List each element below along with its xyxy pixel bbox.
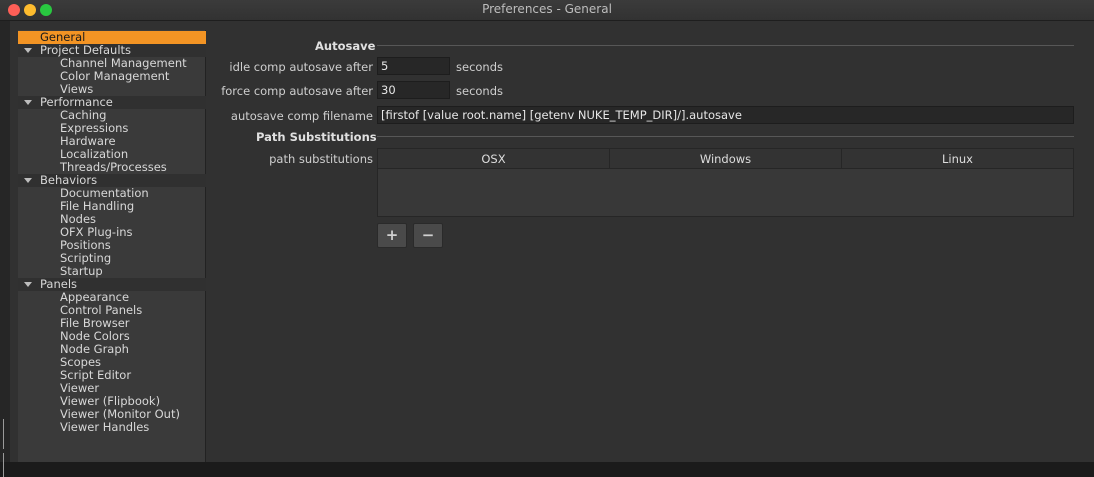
preferences-window: Preferences - General General Project Def… (0, 0, 1094, 477)
sidebar-item-viewer-handles[interactable]: Viewer Handles (18, 421, 206, 434)
add-substitution-button[interactable]: + (377, 223, 407, 248)
sidebar-item-node-graph[interactable]: Node Graph (18, 343, 206, 356)
edge-mark (3, 453, 4, 477)
sidebar-item-ofx-plug-ins[interactable]: OFX Plug-ins (18, 226, 206, 239)
sidebar-item-script-editor[interactable]: Script Editor (18, 369, 206, 382)
background-window-edge (0, 21, 10, 477)
sidebar-item-label: Viewer Handles (60, 420, 150, 434)
force-autosave-input[interactable]: 30 (377, 81, 450, 99)
expand-triangle-icon[interactable] (24, 282, 32, 287)
idle-autosave-label: idle comp autosave after (229, 60, 373, 74)
autosave-divider (377, 45, 1074, 46)
expand-triangle-icon[interactable] (24, 48, 32, 53)
expand-triangle-icon[interactable] (24, 178, 32, 183)
force-autosave-label: force comp autosave after (221, 84, 373, 98)
path-substitutions-section-label: Path Substitutions (256, 130, 377, 144)
autosave-filename-label: autosave comp filename (230, 109, 373, 123)
path-substitutions-label: path substitutions (269, 152, 373, 166)
window-title: Preferences - General (482, 2, 612, 16)
sidebar-item-positions[interactable]: Positions (18, 239, 206, 252)
title-bar: Preferences - General (0, 0, 1094, 21)
preferences-content: Autosave idle comp autosave after 5 seco… (207, 21, 1094, 462)
preferences-category-tree: General Project Defaults Channel Managemen… (18, 30, 206, 462)
column-header-osx[interactable]: OSX (378, 149, 610, 169)
sidebar-item-color-management[interactable]: Color Management (18, 70, 206, 83)
autosave-filename-input[interactable]: [firstof [value root.name] [getenv NUKE_… (377, 106, 1074, 124)
autosave-section-label: Autosave (315, 39, 376, 53)
edge-mark (3, 419, 4, 449)
path-substitutions-divider (377, 136, 1074, 137)
remove-substitution-button[interactable]: − (413, 223, 443, 248)
idle-autosave-unit: seconds (456, 60, 504, 74)
sidebar-item-performance[interactable]: Performance (18, 96, 206, 109)
sidebar-item-scripting[interactable]: Scripting (18, 252, 206, 265)
column-header-windows[interactable]: Windows (610, 149, 842, 169)
column-header-linux[interactable]: Linux (842, 149, 1073, 169)
force-autosave-unit: seconds (456, 84, 504, 98)
idle-autosave-input[interactable]: 5 (377, 57, 450, 75)
path-substitutions-table[interactable]: OSX Windows Linux (377, 148, 1074, 217)
expand-triangle-icon[interactable] (24, 100, 32, 105)
sidebar-item-file-handling[interactable]: File Handling (18, 200, 206, 213)
